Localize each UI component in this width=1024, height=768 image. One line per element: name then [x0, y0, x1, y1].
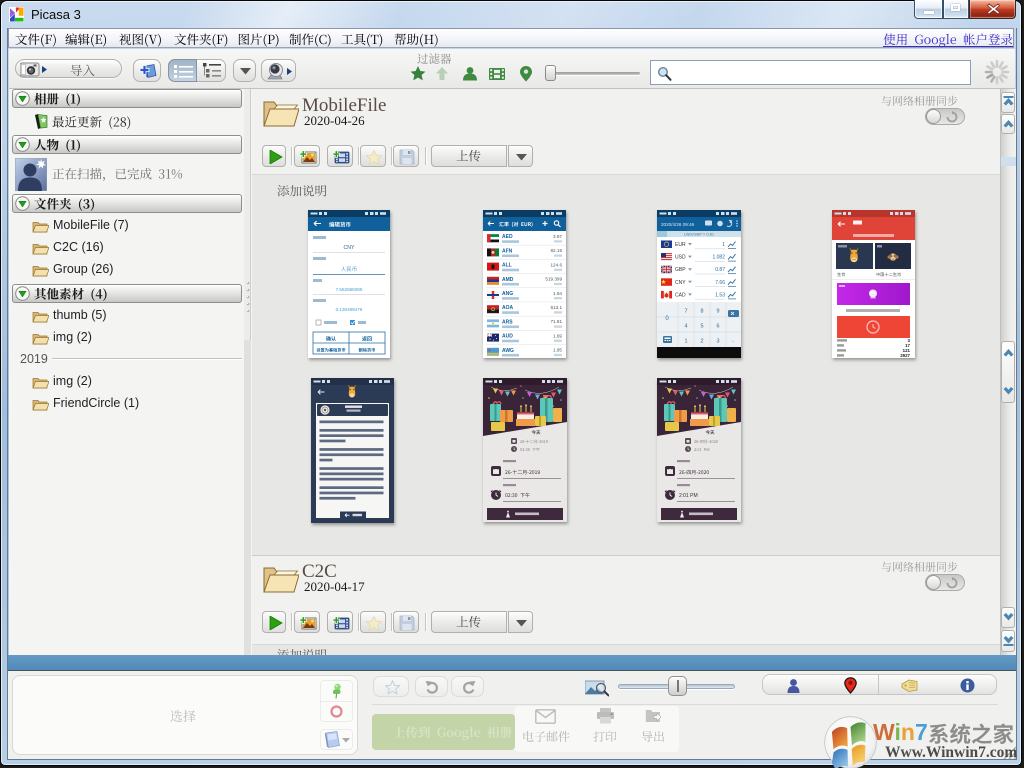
svg-text:7.562866085: 7.562866085 [336, 287, 363, 292]
svg-text:ARS: ARS [502, 319, 513, 325]
svg-text:AWG: AWG [502, 348, 514, 354]
svg-text:CNY: CNY [675, 280, 686, 286]
svg-text:1.94: 1.94 [553, 291, 562, 296]
svg-text:1.95: 1.95 [553, 348, 562, 353]
svg-text:EUR: EUR [675, 242, 686, 248]
svg-text:1.69: 1.69 [553, 333, 562, 338]
svg-text:1.082: 1.082 [712, 255, 725, 261]
svg-text:CNY: CNY [344, 245, 355, 251]
svg-text:AUD: AUD [502, 334, 513, 340]
svg-text:AFN: AFN [502, 248, 513, 254]
svg-text:AED: AED [502, 234, 513, 240]
svg-text:71.81: 71.81 [551, 319, 563, 324]
svg-text:82.15: 82.15 [551, 248, 563, 253]
svg-text:6: 6 [716, 324, 719, 330]
svg-text:2:01 PM: 2:01 PM [679, 493, 698, 499]
svg-text:AMD: AMD [502, 277, 514, 283]
svg-text:1.53: 1.53 [715, 292, 725, 298]
svg-text:ANG: ANG [502, 291, 513, 297]
svg-text:1: 1 [684, 339, 687, 345]
svg-text:4: 4 [684, 324, 687, 330]
svg-text:USD/GBP = 0.81: USD/GBP = 0.81 [684, 232, 715, 237]
svg-text:USD: USD [675, 255, 686, 261]
svg-text:7.66: 7.66 [715, 280, 725, 286]
svg-text:3.97: 3.97 [553, 234, 562, 239]
svg-text:1: 1 [722, 242, 725, 248]
svg-text:2927: 2927 [900, 353, 910, 358]
svg-text:3: 3 [716, 339, 719, 345]
svg-text:5: 5 [700, 324, 703, 330]
svg-text:GBP: GBP [675, 267, 686, 273]
svg-text:2020/4/26 09:46: 2020/4/26 09:46 [661, 222, 695, 227]
svg-text:ALL: ALL [502, 263, 512, 269]
svg-text:2: 2 [700, 339, 703, 345]
svg-text:AOA: AOA [502, 305, 514, 311]
svg-text:0.87: 0.87 [715, 267, 725, 273]
svg-text:0.130499476: 0.130499476 [336, 307, 363, 312]
svg-text:7: 7 [684, 309, 687, 315]
svg-text:613.1: 613.1 [551, 305, 563, 310]
svg-text:519.399: 519.399 [545, 277, 562, 282]
svg-text:124.6: 124.6 [551, 262, 563, 267]
svg-text:8: 8 [700, 309, 703, 315]
svg-text:CAD: CAD [675, 292, 686, 298]
svg-text:9: 9 [716, 309, 719, 315]
